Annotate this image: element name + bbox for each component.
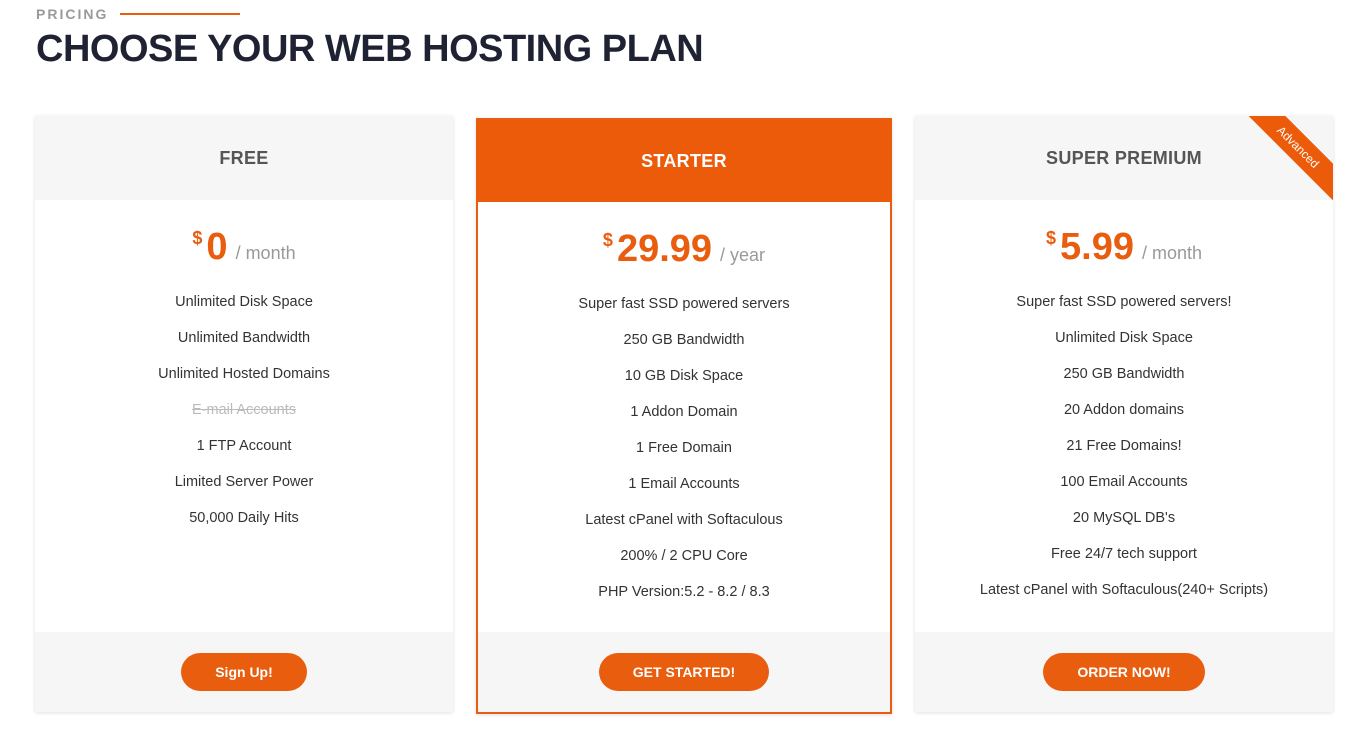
order-now-button[interactable]: ORDER NOW! — [1043, 653, 1205, 691]
price-amount: 0 — [206, 226, 228, 268]
plan-name: STARTER — [478, 120, 890, 202]
price-amount: 29.99 — [616, 228, 713, 270]
feature-item: 1 FTP Account — [196, 438, 292, 454]
feature-item: 21 Free Domains! — [1066, 438, 1182, 454]
feature-item: 20 MySQL DB's — [1072, 510, 1176, 526]
feature-list: Super fast SSD powered servers 250 GB Ba… — [478, 286, 890, 610]
feature-item-unavailable: E-mail Accounts — [192, 402, 296, 418]
feature-item: 200% / 2 CPU Core — [620, 548, 748, 564]
plan-price: $ 5.99 / month — [915, 226, 1333, 270]
price-period: / year — [720, 245, 766, 265]
price-period: / month — [235, 243, 296, 263]
eyebrow-divider — [120, 13, 241, 15]
currency-symbol: $ — [602, 230, 613, 250]
price-period: / month — [1141, 243, 1202, 263]
sign-up-button[interactable]: Sign Up! — [181, 653, 307, 691]
feature-item: 250 GB Bandwidth — [623, 332, 745, 348]
plan-card-super-premium: Advanced SUPER PREMIUM $ 5.99 / month Su… — [915, 116, 1333, 712]
feature-item: 1 Free Domain — [636, 440, 732, 456]
plan-card-starter: STARTER $ 29.99 / year Super fast SSD po… — [476, 118, 892, 714]
feature-item: Unlimited Bandwidth — [177, 330, 311, 346]
plan-name: FREE — [35, 116, 453, 200]
plan-price: $ 29.99 / year — [478, 228, 890, 272]
eyebrow-label: PRICING — [36, 6, 109, 22]
plan-footer: GET STARTED! — [478, 632, 890, 712]
feature-item: Super fast SSD powered servers! — [1016, 294, 1232, 310]
plan-footer: Sign Up! — [35, 632, 453, 712]
feature-item: Unlimited Hosted Domains — [158, 366, 330, 382]
feature-item: 100 Email Accounts — [1060, 474, 1188, 490]
feature-item: 1 Email Accounts — [628, 476, 740, 492]
plan-price: $ 0 / month — [35, 226, 453, 270]
feature-item: Unlimited Disk Space — [175, 294, 313, 310]
feature-item: Latest cPanel with Softaculous — [585, 512, 783, 528]
feature-item: Super fast SSD powered servers — [578, 296, 790, 312]
plan-footer: ORDER NOW! — [915, 632, 1333, 712]
get-started-button[interactable]: GET STARTED! — [598, 653, 770, 691]
feature-item: PHP Version:5.2 - 8.2 / 8.3 — [598, 584, 770, 600]
feature-list: Unlimited Disk Space Unlimited Bandwidth… — [35, 284, 453, 536]
feature-item: Limited Server Power — [174, 474, 314, 490]
feature-item: 50,000 Daily Hits — [189, 510, 299, 526]
currency-symbol: $ — [1045, 228, 1056, 248]
plan-card-free: FREE $ 0 / month Unlimited Disk Space Un… — [35, 116, 453, 712]
feature-item: Unlimited Disk Space — [1055, 330, 1193, 346]
feature-list: Super fast SSD powered servers! Unlimite… — [915, 284, 1333, 608]
feature-item: 20 Addon domains — [1063, 402, 1185, 418]
feature-item: 250 GB Bandwidth — [1063, 366, 1185, 382]
currency-symbol: $ — [192, 228, 203, 248]
feature-item: Free 24/7 tech support — [1051, 546, 1197, 562]
feature-item: Latest cPanel with Softaculous(240+ Scri… — [979, 582, 1269, 598]
page-title: CHOOSE YOUR WEB HOSTING PLAN — [36, 28, 704, 70]
feature-item: 10 GB Disk Space — [624, 368, 744, 384]
feature-item: 1 Addon Domain — [630, 404, 738, 420]
section-eyebrow: PRICING — [36, 6, 241, 22]
price-amount: 5.99 — [1060, 226, 1134, 268]
